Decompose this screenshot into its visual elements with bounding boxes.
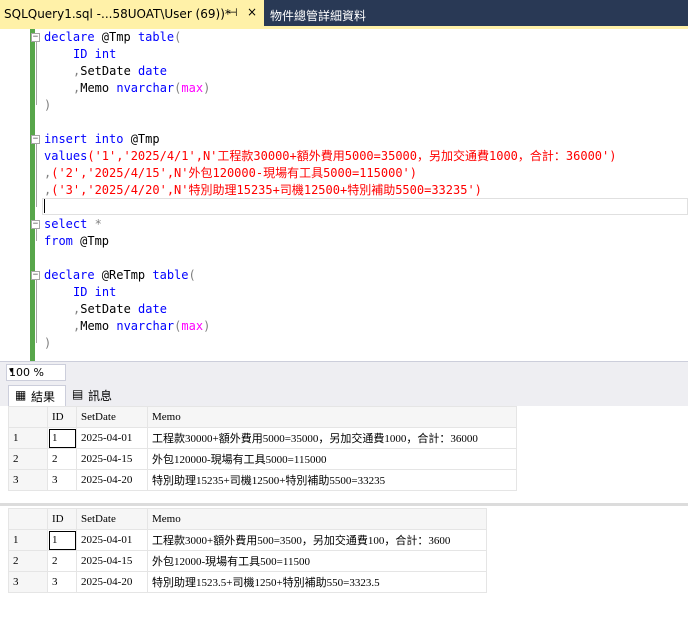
column-header[interactable]: SetDate xyxy=(76,406,148,428)
grid-separator xyxy=(0,503,688,506)
collapse-icon[interactable]: − xyxy=(31,135,40,144)
zoom-dropdown[interactable]: 100 % ▾ xyxy=(6,364,66,381)
tab-sqlquery1[interactable]: SQLQuery1.sql -...58UOAT\User (69))* ⊣ × xyxy=(0,0,264,26)
table-row: 1 1 2025-04-01 工程款3000+額外費用500=3500，另加交通… xyxy=(8,529,487,551)
code-line: ,('3','2025/4/20',N'特別助理15235+司機12500+特別… xyxy=(44,183,482,197)
row-number[interactable]: 3 xyxy=(8,571,48,593)
grid-cell[interactable]: 2 xyxy=(47,550,77,572)
editor-gutter xyxy=(0,29,30,361)
collapse-icon[interactable]: − xyxy=(31,271,40,280)
code-line: insert into @Tmp xyxy=(44,132,160,146)
tab-messages[interactable]: ▤ 訊息 xyxy=(66,385,122,405)
text-caret xyxy=(44,199,45,213)
corner-cell xyxy=(8,508,48,530)
row-number[interactable]: 3 xyxy=(8,469,48,491)
tab-label: 訊息 xyxy=(88,389,113,403)
grid-cell[interactable]: 3 xyxy=(47,571,77,593)
results-pane: ID SetDate Memo 1 1 2025-04-01 工程款30000+… xyxy=(0,406,688,633)
grid-cell[interactable]: 特別助理15235+司機12500+特別補助5500=33235 xyxy=(147,469,517,491)
code-line: ) xyxy=(44,98,52,112)
grid-cell[interactable]: 外包120000-現場有工具5000=115000 xyxy=(147,448,517,470)
code-line: ,Memo nvarchar(max) xyxy=(73,319,211,333)
current-line-highlight xyxy=(42,198,688,215)
table-row: 2 2 2025-04-15 外包12000-現場有工具500=11500 xyxy=(8,550,487,572)
fold-line xyxy=(36,42,37,105)
tab-title: SQLQuery1.sql -...58UOAT\User (69))* xyxy=(4,7,231,21)
grid-cell[interactable]: 2025-04-20 xyxy=(76,469,148,491)
pin-icon[interactable]: ⊣ xyxy=(228,6,238,19)
row-number[interactable]: 1 xyxy=(8,529,48,551)
row-number[interactable]: 2 xyxy=(8,448,48,470)
code-line: declare @Tmp table( xyxy=(44,30,182,44)
collapse-icon[interactable]: − xyxy=(31,220,40,229)
code-line: ) xyxy=(44,336,52,350)
change-tracking-bar xyxy=(30,29,35,361)
fold-line xyxy=(36,229,37,241)
grid-header-row: ID SetDate Memo xyxy=(8,406,517,428)
table-row: 2 2 2025-04-15 外包120000-現場有工具5000=115000 xyxy=(8,448,517,470)
grid-cell[interactable]: 2025-04-15 xyxy=(76,448,148,470)
grid-cell[interactable]: 特別助理1523.5+司機1250+特別補助550=3323.5 xyxy=(147,571,487,593)
fold-line xyxy=(36,280,37,343)
column-header[interactable]: SetDate xyxy=(76,508,148,530)
grid-cell[interactable]: 2025-04-01 xyxy=(76,427,148,449)
code-line: ,SetDate date xyxy=(73,302,167,316)
row-number[interactable]: 2 xyxy=(8,550,48,572)
editor-status-bar: 100 % ▾ xyxy=(0,361,688,382)
table-row: 3 3 2025-04-20 特別助理1523.5+司機1250+特別補助550… xyxy=(8,571,487,593)
close-icon[interactable]: × xyxy=(247,5,257,19)
code-line: values('1','2025/4/1',N'工程款30000+額外費用500… xyxy=(44,149,617,163)
query-editor[interactable]: − − − − declare @Tmp table( ID int ,SetD… xyxy=(0,29,688,361)
result-grid-1[interactable]: ID SetDate Memo 1 1 2025-04-01 工程款30000+… xyxy=(8,406,517,491)
corner-cell xyxy=(8,406,48,428)
column-header[interactable]: ID xyxy=(47,406,77,428)
fold-line xyxy=(36,144,37,207)
grid-cell[interactable]: 3 xyxy=(47,469,77,491)
code-line: select * xyxy=(44,217,102,231)
grid-cell[interactable]: 2 xyxy=(47,448,77,470)
results-tab-bar: ▦ 結果 ▤ 訊息 xyxy=(0,382,688,406)
tab-label: 結果 xyxy=(31,390,56,404)
tab-title: 物件總管詳細資料 xyxy=(270,9,367,23)
code-line: ,SetDate date xyxy=(73,64,167,78)
code-line: ID int xyxy=(73,47,117,61)
tab-results[interactable]: ▦ 結果 xyxy=(8,385,66,406)
grid-header-row: ID SetDate Memo xyxy=(8,508,487,530)
grid-cell[interactable]: 工程款3000+額外費用500=3500，另加交通費100，合計：3600 xyxy=(147,529,487,551)
table-row: 1 1 2025-04-01 工程款30000+額外費用5000=35000，另… xyxy=(8,427,517,449)
grid-icon: ▦ xyxy=(15,388,27,402)
messages-icon: ▤ xyxy=(72,387,84,401)
column-header[interactable]: ID xyxy=(47,508,77,530)
code-line: from @Tmp xyxy=(44,234,110,248)
column-header[interactable]: Memo xyxy=(147,406,517,428)
grid-cell[interactable]: 2025-04-20 xyxy=(76,571,148,593)
row-number[interactable]: 1 xyxy=(8,427,48,449)
grid-cell[interactable]: 1 xyxy=(47,427,77,449)
collapse-icon[interactable]: − xyxy=(31,33,40,42)
grid-cell[interactable]: 1 xyxy=(47,529,77,551)
table-row: 3 3 2025-04-20 特別助理15235+司機12500+特別補助550… xyxy=(8,469,517,491)
code-line: ,Memo nvarchar(max) xyxy=(73,81,211,95)
grid-cell[interactable]: 2025-04-15 xyxy=(76,550,148,572)
grid-cell[interactable]: 2025-04-01 xyxy=(76,529,148,551)
result-grid-2[interactable]: ID SetDate Memo 1 1 2025-04-01 工程款3000+額… xyxy=(8,508,487,593)
code-line: declare @ReTmp table( xyxy=(44,268,196,282)
tab-object-explorer-details[interactable]: 物件總管詳細資料 xyxy=(266,0,386,26)
grid-cell[interactable]: 工程款30000+額外費用5000=35000，另加交通費1000，合計：360… xyxy=(147,427,517,449)
code-line: ID int xyxy=(73,285,117,299)
chevron-down-icon: ▾ xyxy=(9,366,14,376)
column-header[interactable]: Memo xyxy=(147,508,487,530)
document-tab-strip: SQLQuery1.sql -...58UOAT\User (69))* ⊣ ×… xyxy=(0,0,688,26)
code-line: ,('2','2025/4/15',N'外包120000-現場有工具5000=1… xyxy=(44,166,417,180)
grid-cell[interactable]: 外包12000-現場有工具500=11500 xyxy=(147,550,487,572)
